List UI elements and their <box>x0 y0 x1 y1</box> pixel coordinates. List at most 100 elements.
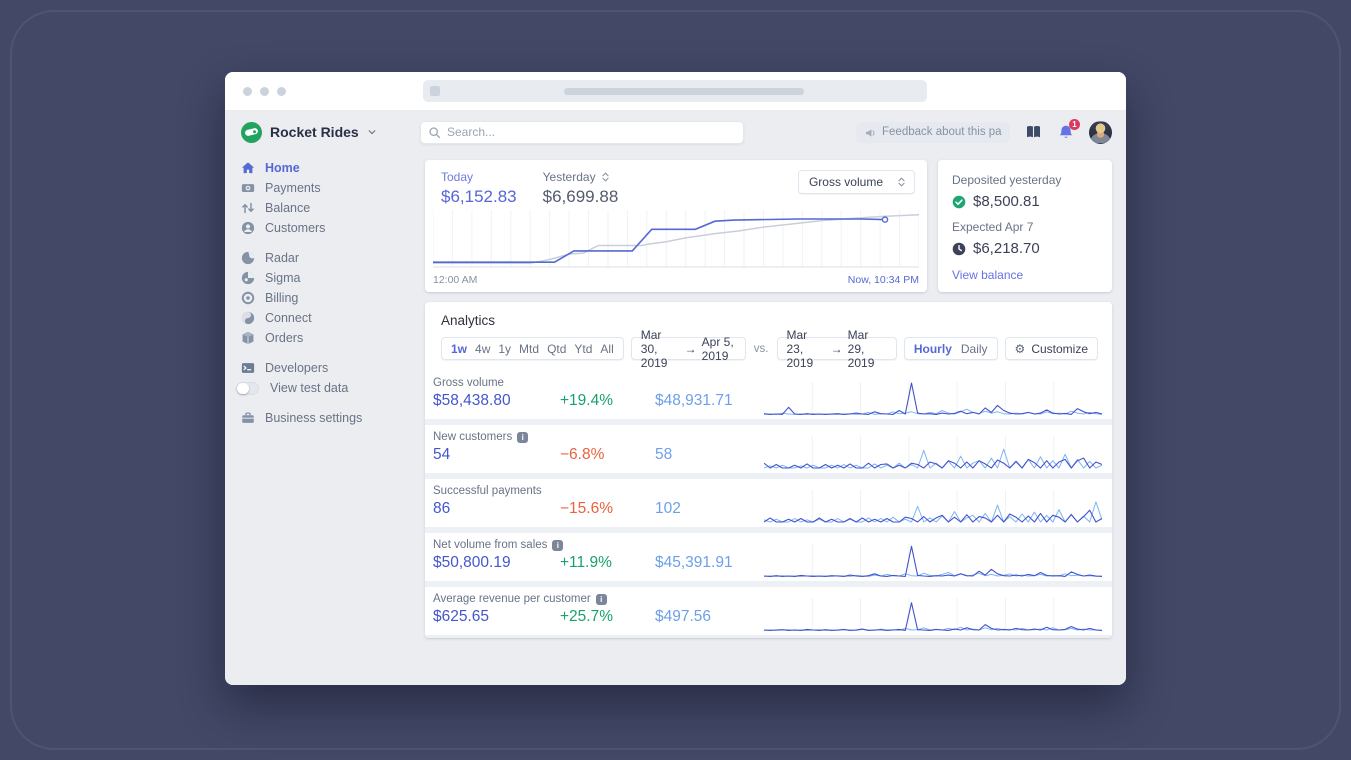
info-icon[interactable]: i <box>552 539 564 551</box>
sigma-icon <box>241 271 255 285</box>
nav-group: Radar Sigma Billing Connect Orders <box>241 248 420 348</box>
sidebar-item-radar[interactable]: Radar <box>241 248 420 268</box>
account-switcher[interactable]: Rocket Rides <box>225 121 420 143</box>
analytics-title: Analytics <box>441 313 496 328</box>
yesterday-line <box>433 213 919 265</box>
metric-row-average-revenue-per-customer[interactable]: Average revenue per customer i $625.65 +… <box>425 587 1112 635</box>
metric-sparkline[interactable] <box>764 378 1102 418</box>
deposited-yesterday-label: Deposited yesterday <box>952 173 1062 187</box>
browser-window: Rocket Rides 1 <box>225 72 1126 685</box>
window-controls[interactable] <box>243 86 286 96</box>
notification-badge: 1 <box>1069 119 1080 130</box>
sidebar-item-developers[interactable]: Developers <box>241 358 420 378</box>
sidebar-item-business-settings[interactable]: Business settings <box>241 408 420 428</box>
range-option-qtd[interactable]: Qtd <box>547 342 566 356</box>
today-line <box>433 218 886 264</box>
sidebar-item-view-test-data[interactable]: View test data <box>236 378 420 398</box>
metric-current-value: $58,438.80 <box>433 392 511 409</box>
range-option-4w[interactable]: 4w <box>475 342 490 356</box>
date-range-comparison[interactable]: Mar 23, 2019 → Mar 29, 2019 <box>776 328 897 370</box>
sidebar-item-home[interactable]: Home <box>241 158 420 178</box>
deposits-card: Deposited yesterday $8,500.81 Expected A… <box>938 160 1112 292</box>
granularity-option-hourly[interactable]: Hourly <box>914 342 952 356</box>
close-window-icon[interactable] <box>243 86 252 96</box>
granularity-option-daily[interactable]: Daily <box>961 342 988 356</box>
metric-label: New customers <box>433 431 513 443</box>
sidebar-item-label: Balance <box>265 201 311 215</box>
metric-previous-value: $45,391.91 <box>655 554 733 571</box>
sidebar-item-balance[interactable]: Balance <box>241 198 420 218</box>
range-option-mtd[interactable]: Mtd <box>519 342 539 356</box>
sidebar-item-orders[interactable]: Orders <box>241 328 420 348</box>
expected-amount: $6,218.70 <box>973 240 1040 257</box>
granularity-picker: Hourly Daily <box>903 337 998 360</box>
range-option-1y[interactable]: 1y <box>498 342 511 356</box>
metric-select[interactable]: Gross volume <box>797 170 915 194</box>
feedback-input[interactable] <box>856 121 1010 143</box>
sigma-icon-wrap <box>241 271 255 285</box>
sidebar-item-connect[interactable]: Connect <box>241 308 420 328</box>
address-bar[interactable] <box>423 80 927 102</box>
sidebar-item-sigma[interactable]: Sigma <box>241 268 420 288</box>
book-icon <box>1026 126 1040 138</box>
today-label: Today <box>441 170 474 184</box>
date-range-primary[interactable]: Mar 30, 2019 → Apr 5, 2019 <box>630 328 746 370</box>
range-option-all[interactable]: All <box>600 342 613 356</box>
analytics-card: Analytics 1w 4w 1y Mtd Qtd Ytd All Mar 30, 201… <box>425 302 1112 638</box>
metric-row-new-customers[interactable]: New customers i 54 −6.8% 58 <box>425 425 1112 473</box>
metric-sparkline[interactable] <box>764 594 1102 634</box>
updown-caret-icon <box>898 177 905 187</box>
comparison-selector[interactable]: Yesterday <box>543 170 619 184</box>
favicon-placeholder <box>430 86 440 96</box>
metric-label: Average revenue per customer <box>433 593 591 605</box>
balance-icon <box>242 202 254 214</box>
metric-current-value: $50,800.19 <box>433 554 511 571</box>
metric-sparkline[interactable] <box>764 432 1102 472</box>
date-start: Mar 23, 2019 <box>786 327 814 370</box>
date-end: Mar 29, 2019 <box>847 327 875 370</box>
home-icon <box>241 162 255 174</box>
search-input[interactable] <box>420 120 744 144</box>
yesterday-label: Yesterday <box>542 170 596 184</box>
docs-button[interactable] <box>1023 122 1043 142</box>
info-icon[interactable]: i <box>517 431 529 443</box>
metric-label: Net volume from sales <box>433 539 548 551</box>
billing-icon-wrap <box>241 291 255 305</box>
maximize-window-icon[interactable] <box>277 86 286 96</box>
sidebar-item-label: Developers <box>265 361 329 375</box>
metric-delta: −15.6% <box>560 500 614 517</box>
metric-row-gross-volume[interactable]: Gross volume $58,438.80 +19.4% $48,931.7… <box>425 371 1112 419</box>
billing-icon <box>241 291 255 305</box>
metric-previous-value: $497.56 <box>655 608 712 625</box>
view-balance-link[interactable]: View balance <box>952 268 1098 282</box>
notifications-button[interactable]: 1 <box>1056 119 1080 142</box>
customize-button[interactable]: ⚙ Customize <box>1004 337 1098 360</box>
nav-group: Home Payments Balance Customers <box>241 158 420 238</box>
sidebar-item-label: View test data <box>270 381 349 395</box>
user-avatar[interactable] <box>1089 120 1112 144</box>
metric-row-net-volume-from-sales[interactable]: Net volume from sales i $50,800.19 +11.9… <box>425 533 1112 581</box>
dashboard-app: Rocket Rides 1 <box>225 110 1126 685</box>
minimize-window-icon[interactable] <box>260 86 269 96</box>
metric-current-value: 54 <box>433 446 451 463</box>
range-option-ytd[interactable]: Ytd <box>574 342 592 356</box>
sidebar-item-billing[interactable]: Billing <box>241 288 420 308</box>
vs-label: vs. <box>753 342 769 355</box>
payments-icon <box>241 184 255 193</box>
info-icon[interactable]: i <box>595 593 607 605</box>
test-data-toggle[interactable] <box>236 381 259 395</box>
range-option-1w[interactable]: 1w <box>451 342 467 356</box>
metric-sparkline[interactable] <box>764 540 1102 580</box>
payments-icon-wrap <box>241 181 255 195</box>
metric-delta: +25.7% <box>560 608 614 625</box>
gross-volume-line-chart[interactable] <box>433 210 919 268</box>
sidebar-item-label: Connect <box>265 311 312 325</box>
yesterday-value: $6,699.88 <box>542 187 619 206</box>
feedback-field-wrap <box>856 121 1010 143</box>
date-end: Apr 5, 2019 <box>701 334 734 363</box>
metric-sparkline[interactable] <box>764 486 1102 526</box>
metric-row-successful-payments[interactable]: Successful payments 86 −15.6% 102 <box>425 479 1112 527</box>
sidebar-item-label: Payments <box>265 181 321 195</box>
sidebar-item-payments[interactable]: Payments <box>241 178 420 198</box>
sidebar-item-customers[interactable]: Customers <box>241 218 420 238</box>
